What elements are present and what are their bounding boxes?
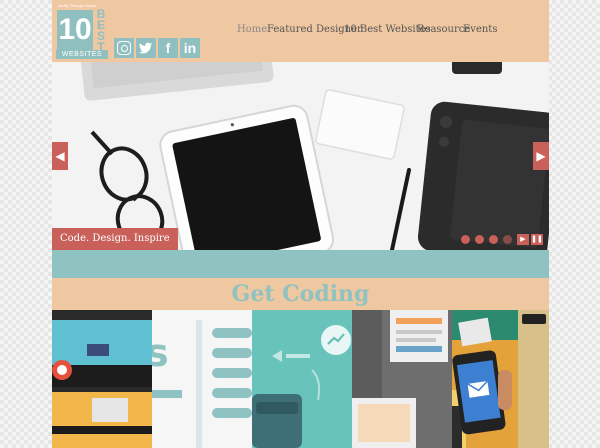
slider-next-button[interactable]: ▶ xyxy=(533,142,549,170)
feature-tile-3[interactable] xyxy=(252,310,352,448)
slider-pause-icon[interactable]: ❚❚ xyxy=(531,234,543,245)
slide-dot-1[interactable] xyxy=(461,235,470,244)
tile-3-illustration xyxy=(252,310,352,448)
feature-tiles: s xyxy=(52,310,549,448)
feature-tile-5[interactable] xyxy=(452,310,549,448)
site-logo[interactable]: Daily Design Inspo 10 B E S T WEBSITES xyxy=(56,3,108,59)
website: Daily Design Inspo 10 B E S T WEBSITES f xyxy=(52,0,549,448)
facebook-icon[interactable]: f xyxy=(158,38,178,58)
tile-5-illustration xyxy=(452,310,549,448)
tile-1-illustration xyxy=(52,310,152,448)
hero-image xyxy=(52,62,549,250)
tile-4-illustration xyxy=(352,310,452,448)
site-header: Daily Design Inspo 10 B E S T WEBSITES f xyxy=(52,0,549,62)
section-title: Get Coding xyxy=(231,281,370,307)
logo-tagline: Daily Design Inspo xyxy=(58,3,97,8)
slider-pagination: ▶ ❚❚ xyxy=(461,234,545,246)
twitter-bird-icon xyxy=(139,42,152,54)
nav-events[interactable]: Events xyxy=(463,24,497,35)
logo-best: B E S T xyxy=(94,8,108,53)
get-coding-section: Get Coding xyxy=(52,278,549,310)
logo-number: 10 xyxy=(57,10,93,50)
slide-dot-2[interactable] xyxy=(475,235,484,244)
feature-tile-4[interactable] xyxy=(352,310,452,448)
facebook-glyph: f xyxy=(165,40,171,56)
linkedin-icon[interactable]: in xyxy=(180,38,200,58)
slider-caption: Code. Design. Inspire xyxy=(52,228,178,250)
hero-slider: ◀ ▶ Code. Design. Inspire ▶ ❚❚ xyxy=(52,62,549,250)
accent-band xyxy=(52,250,549,278)
slider-play-icon[interactable]: ▶ xyxy=(517,234,529,245)
tile-2-illustration: s xyxy=(152,310,252,448)
feature-tile-2[interactable]: s xyxy=(152,310,252,448)
nav-home[interactable]: Home xyxy=(237,24,267,35)
instagram-icon[interactable] xyxy=(114,38,134,58)
feature-tile-1[interactable] xyxy=(52,310,152,448)
slide-dot-4[interactable] xyxy=(503,235,512,244)
instagram-icon-lens xyxy=(121,45,128,52)
twitter-icon[interactable] xyxy=(136,38,156,58)
svg-text:s: s xyxy=(152,331,169,375)
linkedin-glyph: in xyxy=(183,40,197,56)
graphics-tablet xyxy=(417,101,549,250)
slider-prev-button[interactable]: ◀ xyxy=(52,142,68,170)
slide-dot-3[interactable] xyxy=(489,235,498,244)
logo-websites: WEBSITES xyxy=(56,50,108,59)
